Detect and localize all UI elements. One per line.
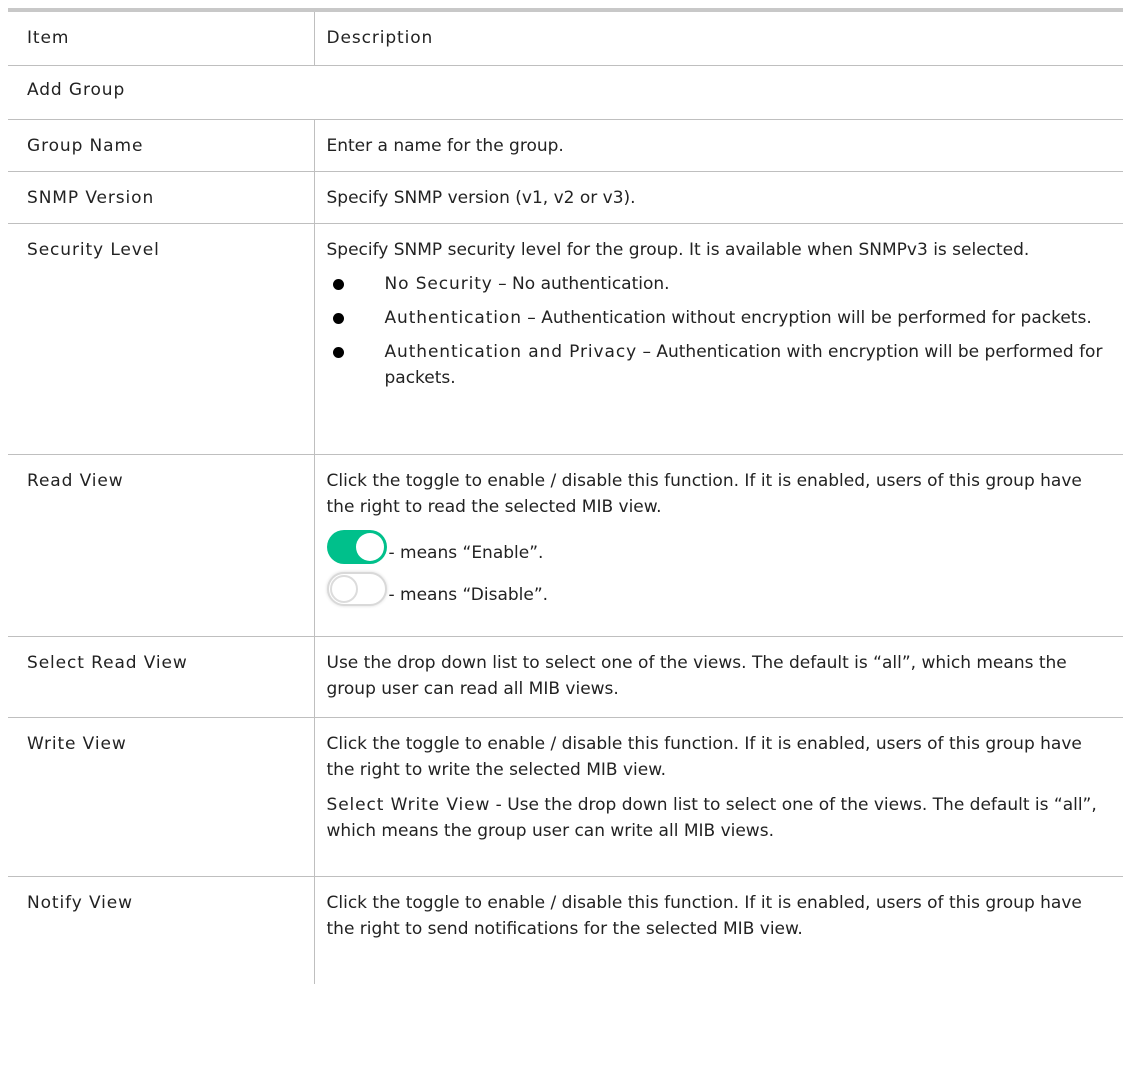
- read-view-desc: Click the toggle to enable / disable thi…: [326, 470, 1082, 517]
- toggle-on-icon: [326, 529, 387, 564]
- bullet-dot-icon: [332, 312, 344, 324]
- write-view-sub-term: Select Write View: [326, 794, 491, 815]
- header-description: Description: [314, 8, 1123, 66]
- toggle-knob: [329, 574, 358, 603]
- toggle-enable-text: - means “Enable”.: [388, 542, 544, 563]
- toggle-disable-example: - means “Disable”.: [326, 568, 1112, 606]
- section-row: Add Group: [8, 65, 1123, 120]
- bullet-dot-icon: [332, 278, 344, 290]
- bullet-text: – No authentication.: [492, 273, 670, 294]
- description-table-wrapper: Item Description Add Group Group Name En…: [8, 8, 1123, 984]
- table-row: SNMP Version Specify SNMP version (v1, v…: [8, 171, 1123, 224]
- section-title: Add Group: [8, 65, 1123, 120]
- row-item-snmp-version: SNMP Version: [8, 171, 315, 224]
- header-item: Item: [8, 8, 315, 66]
- row-item-group-name: Group Name: [8, 119, 315, 172]
- toggle-knob: [355, 532, 384, 561]
- row-item-read-view: Read View: [8, 454, 315, 637]
- row-desc-group-name: Enter a name for the group.: [314, 119, 1123, 172]
- bullet-dot-icon: [332, 346, 344, 358]
- row-desc-select-read-view: Use the drop down list to select one of …: [314, 636, 1123, 718]
- toggle-disable-text: - means “Disable”.: [388, 584, 549, 605]
- row-item-select-read-view: Select Read View: [8, 636, 315, 718]
- write-view-desc: Click the toggle to enable / disable thi…: [326, 733, 1082, 780]
- row-item-write-view: Write View: [8, 717, 315, 877]
- row-item-security-level: Security Level: [8, 223, 315, 455]
- bullet-term: No Security: [384, 273, 493, 294]
- row-desc-notify-view: Click the toggle to enable / disable thi…: [326, 892, 1082, 939]
- list-item: Authentication – Authentication without …: [327, 305, 1112, 331]
- table-row: Group Name Enter a name for the group.: [8, 119, 1123, 172]
- bullet-term: Authentication and Privacy: [384, 341, 638, 362]
- row-desc-read-view: Click the toggle to enable / disable thi…: [314, 454, 1123, 637]
- row-item-notify-view: Notify View: [8, 876, 315, 984]
- bullet-text: – Authentication without encryption will…: [521, 307, 1092, 328]
- toggle-enable-example: - means “Enable”.: [326, 526, 1112, 564]
- table-row: Write View Click the toggle to enable / …: [8, 717, 1123, 877]
- table-row: Select Read View Use the drop down list …: [8, 636, 1123, 718]
- table-header-row: Item Description: [8, 8, 1123, 66]
- toggle-off-icon: [326, 571, 387, 606]
- table-row: Notify View Click the toggle to enable /…: [8, 876, 1123, 984]
- security-level-list: No Security – No authentication. Authent…: [327, 271, 1112, 391]
- list-item: No Security – No authentication.: [327, 271, 1112, 297]
- list-item: Authentication and Privacy – Authenticat…: [327, 339, 1112, 391]
- row-desc-security-level: Specify SNMP security level for the grou…: [314, 223, 1123, 455]
- table-row: Read View Click the toggle to enable / d…: [8, 454, 1123, 637]
- row-desc-snmp-version: Specify SNMP version (v1, v2 or v3).: [314, 171, 1123, 224]
- table-row: Security Level Specify SNMP security lev…: [8, 223, 1123, 455]
- security-level-intro: Specify SNMP security level for the grou…: [326, 239, 1030, 260]
- row-desc-write-view: Click the toggle to enable / disable thi…: [314, 717, 1123, 877]
- write-view-sub: Select Write View - Use the drop down li…: [327, 792, 1112, 844]
- description-table: Item Description Add Group Group Name En…: [8, 8, 1123, 984]
- bullet-term: Authentication: [384, 307, 522, 328]
